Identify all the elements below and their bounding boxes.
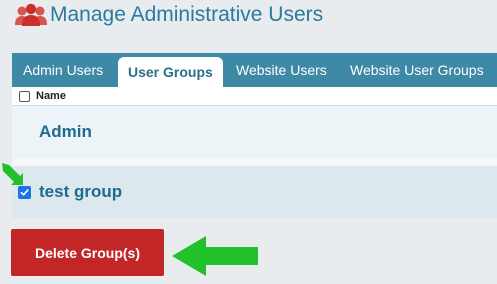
table-header: Name [12,87,497,106]
delete-groups-button[interactable]: Delete Group(s) [11,229,164,276]
select-all-checkbox[interactable] [19,90,30,102]
tab-website-user-groups[interactable]: Website User Groups [350,53,484,87]
groups-panel: Admin Users User Groups Website Users We… [12,53,497,218]
row-checkbox[interactable] [18,185,31,199]
group-name[interactable]: test group [39,182,122,202]
tab-user-groups[interactable]: User Groups [118,57,223,87]
column-header-name: Name [36,90,66,102]
tab-admin-users[interactable]: Admin Users [23,53,103,87]
tab-bar: Admin Users User Groups Website Users We… [12,53,497,87]
table-row: test group [12,166,497,218]
checkmark-icon [20,188,29,196]
page-title: Manage Administrative Users [14,0,323,30]
table-row: Admin [12,106,497,158]
page-title-text: Manage Administrative Users [50,3,324,26]
green-arrow-icon [2,163,23,185]
users-icon [15,3,47,26]
green-arrow-icon [172,236,258,276]
group-name[interactable]: Admin [39,122,92,142]
tab-website-users[interactable]: Website Users [236,53,327,87]
